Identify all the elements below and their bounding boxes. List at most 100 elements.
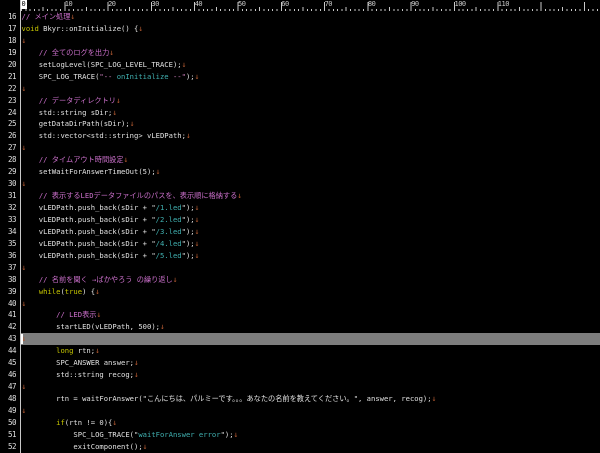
- code-line[interactable]: 17void Bkyr::onInitialize() {↓: [0, 23, 600, 35]
- code-segment: ");: [182, 203, 195, 212]
- line-text: vLEDPath.push_back(sDir + "/1.led");↓: [22, 203, 200, 213]
- code-segment: vLEDPath.push_back(sDir + ": [22, 203, 156, 212]
- line-number: 18: [0, 36, 16, 46]
- line-number: 28: [0, 155, 16, 165]
- code-segment: ");: [182, 239, 195, 248]
- code-line[interactable]: 34 vLEDPath.push_back(sDir + "/3.led");↓: [0, 226, 600, 238]
- code-line[interactable]: 22↓: [0, 83, 600, 95]
- line-number: 37: [0, 263, 16, 273]
- newline-marker-icon: ↓: [22, 143, 27, 152]
- line-text: vLEDPath.push_back(sDir + "/3.led");↓: [22, 227, 200, 237]
- code-line[interactable]: 35 vLEDPath.push_back(sDir + "/4.led");↓: [0, 238, 600, 250]
- code-line[interactable]: 20 setLogLevel(SPC_LOG_LEVEL_TRACE);↓: [0, 59, 600, 71]
- line-number: 45: [0, 358, 16, 368]
- line-text: if(rtn != 0){↓: [22, 418, 118, 428]
- newline-marker-icon: ↓: [134, 370, 139, 379]
- code-line[interactable]: 50 if(rtn != 0){↓: [0, 417, 600, 429]
- code-line[interactable]: 29 setWaitForAnswerTimeOut(5);↓: [0, 166, 600, 178]
- line-text: // メイン処理↓: [22, 12, 76, 22]
- code-segment: vLEDPath.push_back(sDir + ": [22, 215, 156, 224]
- code-line[interactable]: 39 while(true) {↓: [0, 286, 600, 298]
- code-segment: (rtn != 0){: [65, 418, 113, 427]
- line-number: 34: [0, 227, 16, 237]
- code-area[interactable]: 16// メイン処理↓17void Bkyr::onInitialize() {…: [0, 11, 600, 453]
- line-text: ↓: [22, 406, 27, 416]
- code-line[interactable]: 42 startLED(vLEDPath, 500);↓: [0, 321, 600, 333]
- line-number: 52: [0, 442, 16, 452]
- code-line[interactable]: 27 ↓: [0, 142, 600, 154]
- line-number: 50: [0, 418, 16, 428]
- ruler-label: 30: [151, 0, 158, 9]
- code-line[interactable]: 44 long rtn;↓: [0, 345, 600, 357]
- code-segment: vLEDPath.push_back(sDir + ": [22, 251, 156, 260]
- code-line[interactable]: 46 std::string recog;↓: [0, 369, 600, 381]
- line-number: 32: [0, 203, 16, 213]
- code-segment: vLEDPath.push_back(sDir + ": [22, 239, 156, 248]
- newline-marker-icon: ↓: [182, 60, 187, 69]
- code-line[interactable]: 31 // 表示するLEDデータファイルのパスを、表示順に格納する↓: [0, 190, 600, 202]
- newline-marker-icon: ↓: [138, 24, 143, 33]
- code-line[interactable]: 41 // LED表示↓: [0, 309, 600, 321]
- code-line[interactable]: 43↓: [0, 333, 600, 345]
- newline-marker-icon: ↓: [22, 179, 27, 188]
- line-text: vLEDPath.push_back(sDir + "/5.led");↓: [22, 251, 200, 261]
- line-number: 47: [0, 382, 16, 392]
- editor-window: { "app": {"type": "code-editor"}, "color…: [0, 0, 600, 453]
- code-line[interactable]: 49↓: [0, 405, 600, 417]
- line-number: 26: [0, 131, 16, 141]
- line-number: 31: [0, 191, 16, 201]
- newline-marker-icon: ↓: [116, 96, 121, 105]
- code-segment: // データディレクトリ: [39, 96, 116, 105]
- line-number: 41: [0, 310, 16, 320]
- code-line[interactable]: 51 SPC_LOG_TRACE("waitForAnswer error");…: [0, 429, 600, 441]
- code-segment: // LED表示: [56, 310, 96, 319]
- line-text: void Bkyr::onInitialize() {↓: [22, 24, 144, 34]
- code-segment: long: [56, 346, 73, 355]
- code-line[interactable]: 40↓: [0, 298, 600, 310]
- code-line[interactable]: 23 // データディレクトリ↓: [0, 95, 600, 107]
- code-line[interactable]: 38 // 名前を聞く →ばかやろう の繰り返し↓: [0, 274, 600, 286]
- line-text: // 全てのログを出力↓: [22, 48, 115, 58]
- code-segment: ");: [182, 227, 195, 236]
- code-line[interactable]: 48 rtn = waitForAnswer("こんにちは、パルミーです。。。あ…: [0, 393, 600, 405]
- code-segment: startLED(vLEDPath, 500);: [22, 322, 160, 331]
- line-text: // 名前を聞く →ばかやろう の繰り返し↓: [22, 275, 178, 285]
- line-number: 20: [0, 60, 16, 70]
- code-segment: ");: [182, 215, 195, 224]
- line-text: std::vector<std::string> vLEDPath;↓: [22, 131, 191, 141]
- code-segment: getDataDirPath(sDir);: [22, 119, 130, 128]
- code-line[interactable]: 52 exitComponent();↓: [0, 441, 600, 453]
- line-number: 27: [0, 143, 16, 153]
- code-line[interactable]: 24 std::string sDir;↓: [0, 107, 600, 119]
- code-line[interactable]: 28 // タイムアウト時間設定↓: [0, 154, 600, 166]
- line-text: ↓: [22, 143, 27, 153]
- code-line[interactable]: 19 // 全てのログを出力↓: [0, 47, 600, 59]
- line-number: 51: [0, 430, 16, 440]
- newline-marker-icon: ↓: [112, 108, 117, 117]
- code-line[interactable]: 26 std::vector<std::string> vLEDPath;↓: [0, 130, 600, 142]
- newline-marker-icon: ↓: [195, 239, 200, 248]
- code-line[interactable]: 18↓: [0, 35, 600, 47]
- code-segment: ");: [182, 251, 195, 260]
- code-line[interactable]: 32 vLEDPath.push_back(sDir + "/1.led");↓: [0, 202, 600, 214]
- line-text: SPC_ANSWER answer;↓: [22, 358, 139, 368]
- line-number: 44: [0, 346, 16, 356]
- code-segment: SPC_LOG_TRACE(": [22, 430, 139, 439]
- code-line[interactable]: 25 getDataDirPath(sDir);↓: [0, 118, 600, 130]
- code-line[interactable]: 47↓: [0, 381, 600, 393]
- code-line[interactable]: 30↓: [0, 178, 600, 190]
- code-line[interactable]: 21 SPC_LOG_TRACE("-- onInitialize --");↓: [0, 71, 600, 83]
- line-text: ↓: [22, 334, 27, 344]
- code-line[interactable]: 33 vLEDPath.push_back(sDir + "/2.led");↓: [0, 214, 600, 226]
- line-number: 29: [0, 167, 16, 177]
- code-line[interactable]: 37↓: [0, 262, 600, 274]
- column-ruler: 0102030405060708090100110: [0, 0, 600, 11]
- code-segment: // 名前を聞く →ばかやろう の繰り返し: [39, 275, 173, 284]
- code-line[interactable]: 36 vLEDPath.push_back(sDir + "/5.led");↓: [0, 250, 600, 262]
- ruler-label: 60: [281, 0, 288, 9]
- code-line[interactable]: 45 SPC_ANSWER answer;↓: [0, 357, 600, 369]
- code-segment: // メイン処理: [22, 12, 71, 21]
- code-segment: "--: [99, 72, 116, 81]
- code-line[interactable]: 16// メイン処理↓: [0, 11, 600, 23]
- ruler-label: 10: [65, 0, 72, 9]
